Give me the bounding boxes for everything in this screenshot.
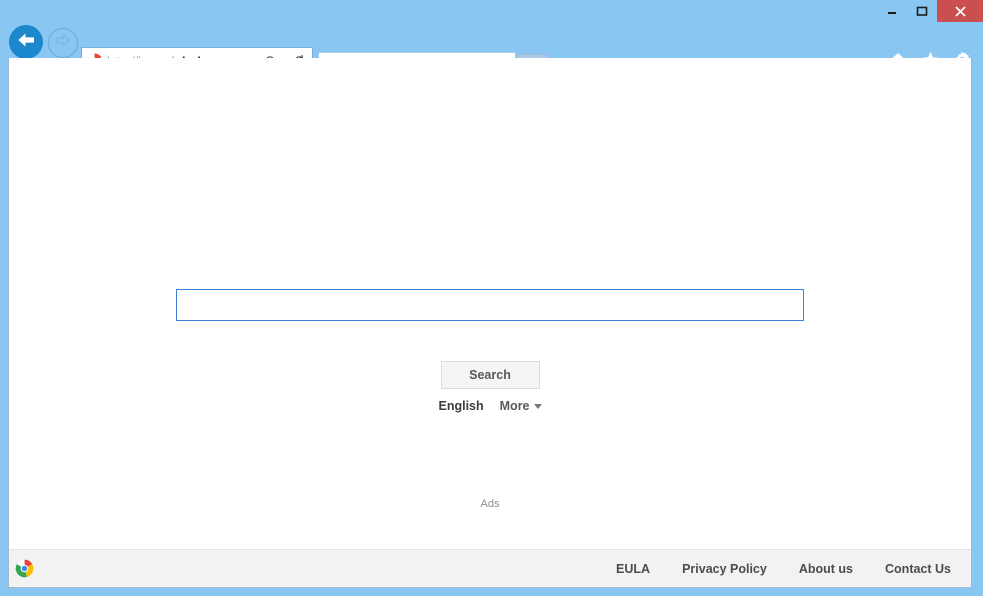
footer-logo-icon <box>15 559 34 578</box>
window-controls <box>877 0 983 22</box>
minimize-icon <box>886 5 898 17</box>
back-button[interactable] <box>9 25 43 59</box>
arrow-right-icon <box>54 33 72 53</box>
footer-link-eula[interactable]: EULA <box>616 562 650 576</box>
forward-button[interactable] <box>48 28 78 58</box>
search-input[interactable] <box>176 289 804 321</box>
maximize-button[interactable] <box>907 0 937 22</box>
caret-down-icon <box>533 403 542 409</box>
language-current[interactable]: English <box>438 399 483 413</box>
page-content: Search English More Ads <box>9 58 971 549</box>
arrow-left-icon <box>15 31 37 54</box>
close-icon <box>954 5 967 18</box>
search-button[interactable]: Search <box>440 361 540 389</box>
page-footer: EULA Privacy Policy About us Contact Us <box>9 549 971 587</box>
language-row: English More <box>9 399 971 413</box>
footer-link-about-us[interactable]: About us <box>799 562 853 576</box>
language-more-button[interactable]: More <box>500 399 542 413</box>
footer-links: EULA Privacy Policy About us Contact Us <box>616 562 971 576</box>
language-more-label: More <box>499 399 530 413</box>
page-viewport: Search English More Ads EULA Privacy Pol… <box>8 58 972 588</box>
close-window-button[interactable] <box>937 0 983 22</box>
navigation-bar: http://isearch.bobrowser.co... <box>0 22 983 80</box>
minimize-button[interactable] <box>877 0 907 22</box>
search-form: Search English More <box>9 289 971 413</box>
maximize-icon <box>916 5 928 17</box>
footer-link-contact-us[interactable]: Contact Us <box>885 562 951 576</box>
ads-label: Ads <box>480 498 500 510</box>
browser-window: http://isearch.bobrowser.co... <box>0 0 983 596</box>
footer-link-privacy-policy[interactable]: Privacy Policy <box>682 562 767 576</box>
